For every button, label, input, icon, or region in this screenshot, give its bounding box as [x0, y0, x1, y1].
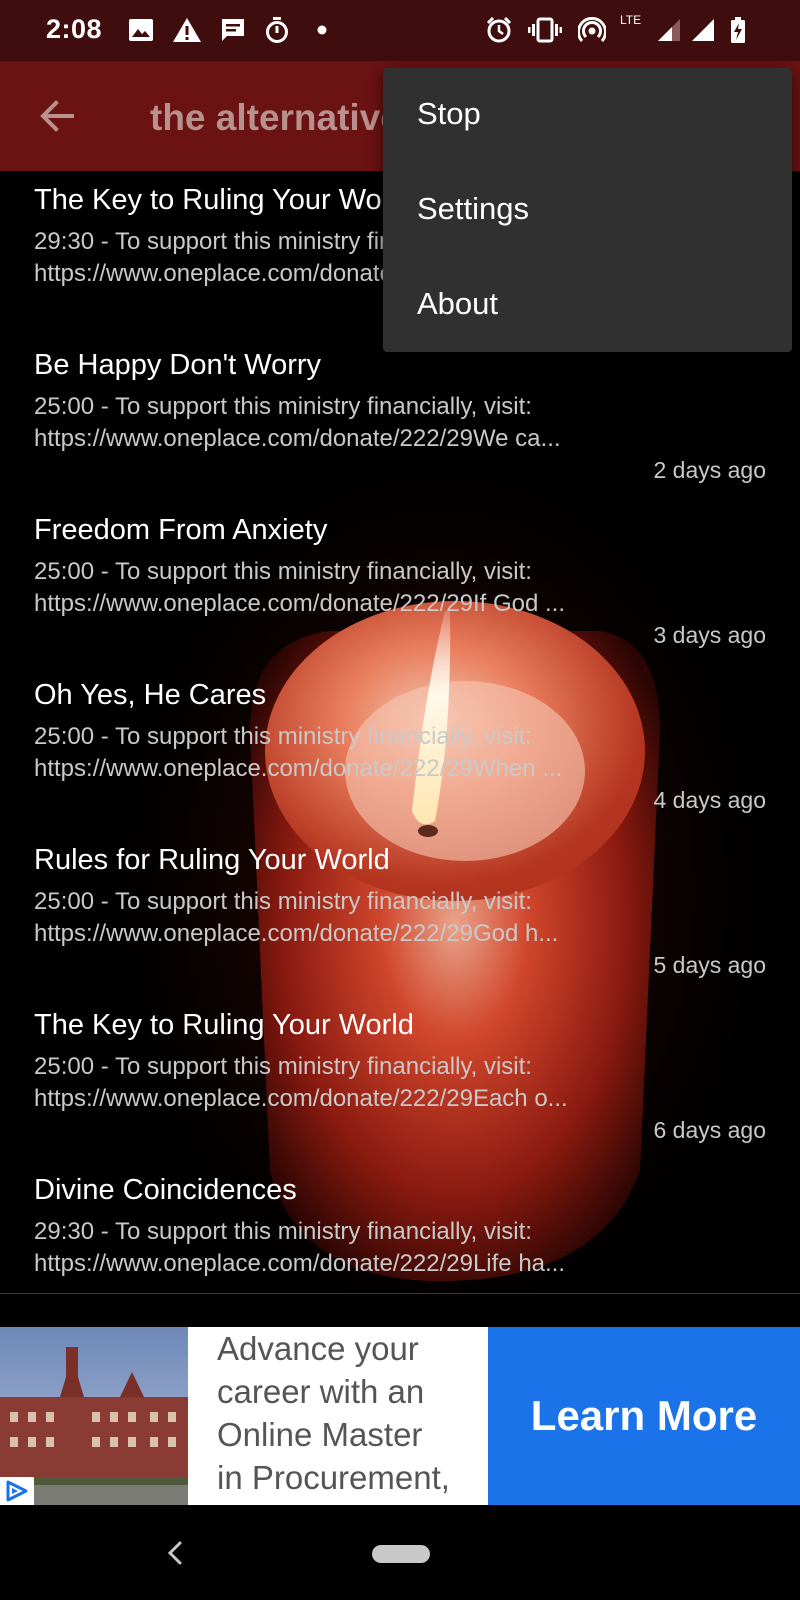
menu-item-label: About [417, 286, 499, 321]
episode-date: 4 days ago [653, 787, 766, 813]
episode-item[interactable]: Be Happy Don't Worry 25:00 - To support … [0, 336, 800, 500]
episode-date: 6 days ago [653, 1117, 766, 1143]
hotspot-icon [578, 17, 606, 43]
warning-icon [173, 18, 201, 42]
episode-description-line: 25:00 - To support this ministry financi… [34, 393, 532, 420]
episode-description-line: https://www.oneplace.com/donate/222/29If… [34, 590, 565, 617]
episode-title: Be Happy Don't Worry [34, 349, 322, 381]
ad-text-line: Advance your [217, 1330, 419, 1367]
ad-banner[interactable]: Advance your career with an Online Maste… [0, 1327, 800, 1505]
status-bar: 2:08 LTE [0, 0, 800, 61]
ad-text[interactable]: Advance your career with an Online Maste… [217, 1327, 487, 1499]
episode-description: 29:30 - To support this ministry financi… [34, 1216, 714, 1280]
image-icon [129, 19, 153, 41]
episode-title: Oh Yes, He Cares [34, 679, 267, 711]
episode-description: 25:00 - To support this ministry financi… [34, 721, 714, 785]
episode-description-line: 25:00 - To support this ministry financi… [34, 888, 532, 915]
message-icon [222, 19, 244, 41]
episode-title: The Key to Ruling Your World [34, 184, 414, 216]
signal-icon [658, 19, 680, 41]
episode-description-line: 25:00 - To support this ministry financi… [34, 1053, 532, 1080]
episode-description-line: https://www.oneplace.com/donate/222/29We… [34, 425, 561, 452]
menu-item-stop[interactable]: Stop [383, 68, 792, 163]
dot-icon [317, 25, 327, 35]
episode-item[interactable]: Freedom From Anxiety 25:00 - To support … [0, 501, 800, 665]
network-type: LTE [620, 13, 642, 27]
episode-date: 5 days ago [653, 952, 766, 978]
timer-icon [266, 17, 288, 43]
episode-description-line: https://www.oneplace.com/donate/222/29Ea… [34, 1085, 568, 1112]
episode-description: 25:00 - To support this ministry financi… [34, 556, 714, 620]
episode-date: 3 days ago [653, 622, 766, 648]
episode-description-line: 25:00 - To support this ministry financi… [34, 723, 532, 750]
ad-text-line: career with an [217, 1373, 425, 1410]
episode-description: 25:00 - To support this ministry financi… [34, 886, 714, 950]
episode-title: The Key to Ruling Your World [34, 1009, 414, 1041]
signal-icon [692, 19, 714, 41]
adchoices-icon[interactable] [0, 1477, 34, 1505]
learn-more-label: Learn More [530, 1392, 758, 1439]
system-nav-bar [0, 1505, 800, 1600]
episode-description-line: https://www.oneplace.com/donate/222/29Go… [34, 920, 559, 947]
learn-more-button[interactable]: Learn More [488, 1327, 800, 1505]
episode-item[interactable]: The Key to Ruling Your World 25:00 - To … [0, 996, 800, 1160]
episode-description-line: 25:00 - To support this ministry financi… [34, 558, 532, 585]
overflow-menu: Stop Settings About [383, 68, 792, 352]
episode-title: Freedom From Anxiety [34, 514, 328, 546]
status-time: 2:08 [46, 14, 103, 44]
menu-item-label: Stop [417, 96, 481, 131]
episode-item[interactable]: Rules for Ruling Your World 25:00 - To s… [0, 831, 800, 995]
list-divider [0, 1293, 800, 1294]
ad-text-line: Online Master [217, 1416, 423, 1453]
episode-description-line: https://www.oneplace.com/donate/222/29Li… [34, 1250, 566, 1277]
episode-title: Divine Coincidences [34, 1174, 297, 1206]
ad-text-line: in Procurement, [217, 1459, 450, 1496]
episode-description: 25:00 - To support this ministry financi… [34, 391, 714, 455]
episode-item[interactable]: Oh Yes, He Cares 25:00 - To support this… [0, 666, 800, 830]
nav-back-icon[interactable] [160, 1533, 190, 1573]
alarm-icon [486, 17, 512, 43]
episode-item[interactable]: Divine Coincidences 29:30 - To support t… [0, 1161, 800, 1294]
vibrate-icon [528, 17, 562, 43]
arrow-back-icon[interactable] [36, 96, 76, 136]
episode-date: 2 days ago [653, 457, 766, 483]
home-pill-icon[interactable] [372, 1545, 430, 1563]
menu-item-settings[interactable]: Settings [383, 163, 792, 258]
episode-description: 25:00 - To support this ministry financi… [34, 1051, 714, 1115]
menu-item-about[interactable]: About [383, 258, 792, 353]
battery-charging-icon [731, 17, 745, 43]
episode-description-line: 29:30 - To support this ministry financi… [34, 1218, 532, 1245]
menu-item-label: Settings [417, 191, 530, 226]
app-title: the alternative [150, 97, 401, 138]
episode-title: Rules for Ruling Your World [34, 844, 390, 876]
episode-description-line: https://www.oneplace.com/donate/222/29Wh… [34, 755, 563, 782]
